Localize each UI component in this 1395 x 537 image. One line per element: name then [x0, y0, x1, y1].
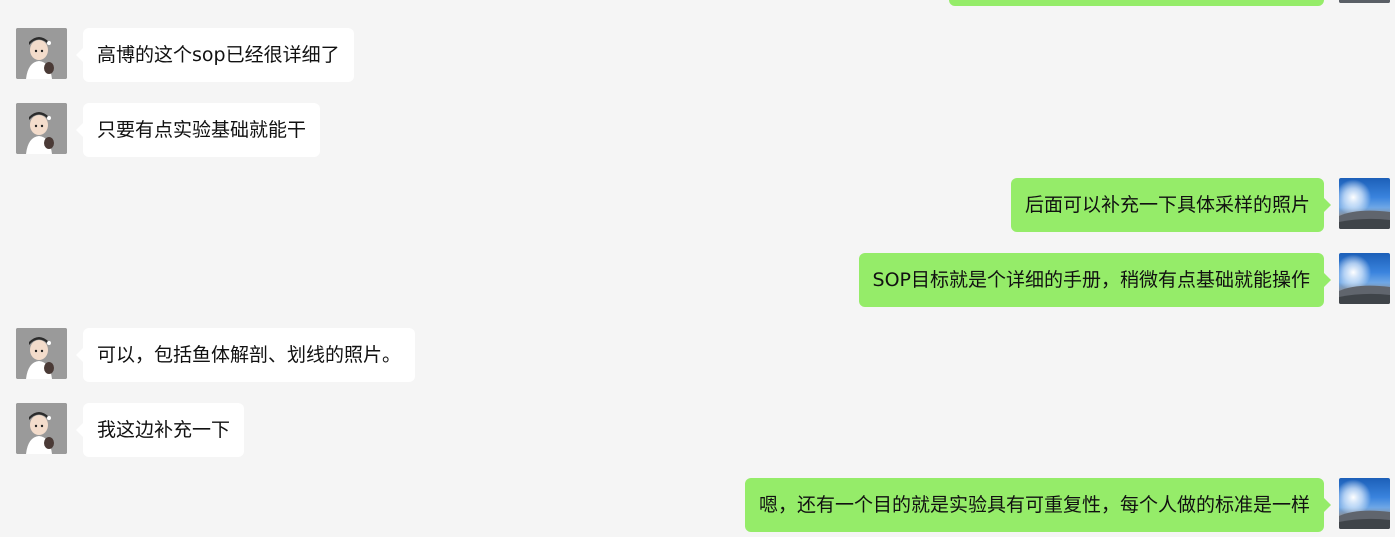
contact-avatar[interactable]: [16, 328, 67, 379]
message-bubble[interactable]: 只要有点实验基础就能干: [75, 103, 321, 157]
contact-avatar[interactable]: [16, 403, 67, 454]
message-incoming: 可以，包括鱼体解剖、划线的照片。: [0, 328, 1395, 382]
message-bubble[interactable]: 嗯，还有一个目的就是实验具有可重复性，每个人做的标准是一样: [744, 478, 1332, 532]
contact-avatar[interactable]: [16, 103, 67, 154]
my-avatar[interactable]: [1339, 178, 1390, 229]
message-bubble[interactable]: SOP目标就是个详细的手册，稍微有点基础就能操作: [858, 253, 1332, 307]
message-outgoing: SOP目标就是个详细的手册，稍微有点基础就能操作: [0, 253, 1395, 307]
chat-message-list[interactable]: 高博的这个sop已经很详细了 只要有点实验基础就能干 后面可以补充一下具体采样的…: [0, 0, 1395, 537]
message-bubble[interactable]: 可以，包括鱼体解剖、划线的照片。: [75, 328, 416, 382]
message-incoming: 只要有点实验基础就能干: [0, 103, 1395, 157]
contact-avatar[interactable]: [16, 28, 67, 79]
message-incoming: 我这边补充一下: [0, 403, 1395, 457]
message-bubble[interactable]: [949, 0, 1324, 6]
message-bubble[interactable]: 后面可以补充一下具体采样的照片: [1010, 178, 1332, 232]
my-avatar[interactable]: [1339, 253, 1390, 304]
message-outgoing: [0, 0, 1395, 6]
message-bubble[interactable]: 我这边补充一下: [75, 403, 245, 457]
message-incoming: 高博的这个sop已经很详细了: [0, 28, 1395, 82]
my-avatar[interactable]: [1339, 478, 1390, 529]
message-bubble[interactable]: 高博的这个sop已经很详细了: [76, 28, 354, 82]
message-outgoing: 后面可以补充一下具体采样的照片: [0, 178, 1395, 232]
my-avatar[interactable]: [1339, 0, 1390, 3]
message-outgoing: 嗯，还有一个目的就是实验具有可重复性，每个人做的标准是一样: [0, 478, 1395, 532]
